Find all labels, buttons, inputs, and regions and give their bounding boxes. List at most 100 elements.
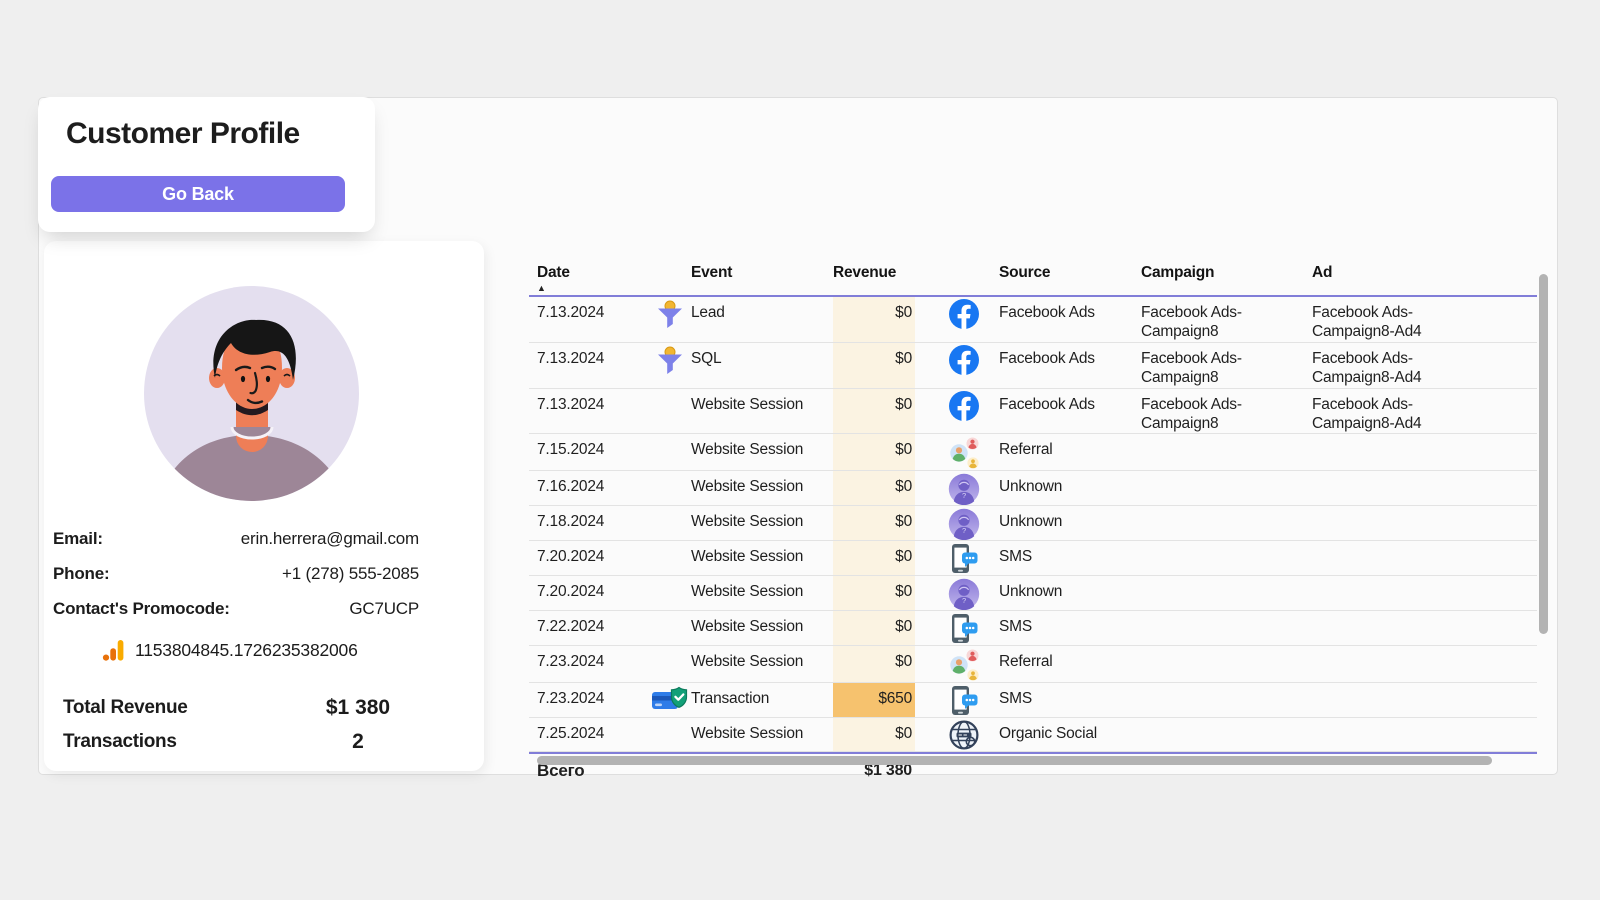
cell-event: Website Session: [691, 576, 833, 602]
column-header-date[interactable]: Date ▲: [529, 256, 649, 293]
email-row: Email: erin.herrera@gmail.com: [53, 529, 419, 564]
cell-source: Facebook Ads: [987, 343, 1127, 369]
cell-source: Organic Social: [987, 718, 1127, 744]
phone-row: Phone: +1 (278) 555-2085: [53, 564, 419, 599]
go-back-button[interactable]: Go Back: [51, 176, 345, 212]
cell-source: SMS: [987, 541, 1127, 567]
event-icon-empty: [649, 434, 691, 437]
table-header: Date ▲ Event Revenue Source Campaign Ad: [529, 256, 1537, 297]
event-icon-empty: [649, 471, 691, 474]
cell-revenue: $0: [833, 646, 915, 682]
cell-ad: Facebook Ads-Campaign8-Ad4: [1312, 343, 1537, 388]
table-row[interactable]: 7.22.2024Website Session$0SMS: [529, 611, 1537, 646]
facebook-icon: [941, 297, 987, 329]
promocode-label: Contact's Promocode:: [53, 599, 230, 619]
cell-date: 7.13.2024: [529, 389, 649, 415]
cell-source: Unknown: [987, 506, 1127, 532]
cell-revenue: $0: [833, 611, 915, 645]
cell-spacer: [915, 471, 941, 478]
vertical-scrollbar[interactable]: [1539, 274, 1548, 634]
cell-source: SMS: [987, 611, 1127, 637]
unknown-icon: ?: [941, 506, 987, 540]
cell-campaign: [1127, 541, 1312, 548]
cell-campaign: [1127, 576, 1312, 583]
transactions-row: Transactions 2: [63, 725, 443, 759]
table-row[interactable]: 7.15.2024Website Session$0Referral: [529, 434, 1537, 471]
column-header-ad[interactable]: Ad: [1312, 256, 1537, 282]
cell-spacer: [915, 389, 941, 396]
transactions-value: 2: [273, 730, 443, 754]
column-header-source[interactable]: Source: [987, 256, 1127, 282]
email-label: Email:: [53, 529, 103, 549]
cell-event: Website Session: [691, 389, 833, 415]
table-row[interactable]: 7.13.2024SQL$0Facebook AdsFacebook Ads-C…: [529, 343, 1537, 389]
cell-revenue: $0: [833, 297, 915, 342]
table-row[interactable]: 7.13.2024Website Session$0Facebook AdsFa…: [529, 389, 1537, 435]
sms-icon: [941, 683, 987, 717]
cell-revenue: $0: [833, 434, 915, 470]
cell-date: 7.15.2024: [529, 434, 649, 460]
horizontal-scrollbar[interactable]: [537, 756, 1492, 765]
event-icon-empty: [649, 718, 691, 721]
svg-text:?: ?: [962, 491, 966, 500]
cell-date: 7.20.2024: [529, 576, 649, 602]
event-table-body: 7.13.2024Lead$0Facebook AdsFacebook Ads-…: [529, 297, 1537, 752]
cell-spacer: [915, 541, 941, 548]
cell-date: 7.23.2024: [529, 646, 649, 672]
promocode-value: GC7UCP: [349, 599, 419, 619]
cell-event: Website Session: [691, 541, 833, 567]
cell-ad: [1312, 471, 1537, 478]
unknown-icon: ?: [941, 576, 987, 610]
cell-source: Referral: [987, 646, 1127, 672]
event-icon-empty: [649, 506, 691, 509]
table-row[interactable]: 7.13.2024Lead$0Facebook AdsFacebook Ads-…: [529, 297, 1537, 343]
cell-event: Website Session: [691, 718, 833, 744]
table-row[interactable]: 7.20.2024 Website Session$0 SMS: [529, 541, 1537, 576]
ga-client-id: 1153804845.1726235382006: [135, 640, 358, 661]
table-row[interactable]: 7.18.2024Website Session$0?Unknown: [529, 506, 1537, 541]
cell-date: 7.13.2024: [529, 297, 649, 323]
cell-spacer: [915, 718, 941, 725]
totals-section: Total Revenue $1 380 Transactions 2: [63, 691, 443, 759]
cell-ad: Facebook Ads-Campaign8-Ad4: [1312, 389, 1537, 434]
cell-revenue: $0: [833, 541, 915, 575]
table-row[interactable]: 7.23.2024Website Session$0Referral: [529, 646, 1537, 683]
cell-revenue: $0: [833, 471, 915, 505]
events-table: Date ▲ Event Revenue Source Campaign Ad …: [529, 256, 1537, 782]
facebook-icon: [941, 389, 987, 421]
cell-campaign: [1127, 506, 1312, 513]
cell-date: 7.16.2024: [529, 471, 649, 497]
profile-card: Email: erin.herrera@gmail.com Phone: +1 …: [44, 241, 484, 771]
cell-campaign: [1127, 471, 1312, 478]
table-row[interactable]: 7.23.2024Transaction$650SMS: [529, 683, 1537, 718]
cell-spacer: [915, 506, 941, 513]
facebook-icon: [941, 343, 987, 375]
cell-campaign: [1127, 718, 1312, 725]
table-row[interactable]: 7.25.2024Website Session$0Organic Social: [529, 718, 1537, 752]
column-header-event[interactable]: Event: [691, 256, 833, 282]
google-analytics-icon: [102, 639, 124, 661]
transactions-label: Transactions: [63, 731, 273, 753]
cell-ad: [1312, 434, 1537, 441]
cell-ad: [1312, 646, 1537, 653]
svg-text:?: ?: [962, 596, 966, 605]
cell-event: Lead: [691, 297, 833, 323]
phone-value: +1 (278) 555-2085: [282, 564, 419, 584]
cell-date: 7.20.2024: [529, 541, 649, 567]
referral-icon: [941, 434, 987, 470]
unknown-icon: ?: [941, 471, 987, 505]
table-row[interactable]: 7.16.2024Website Session$0?Unknown: [529, 471, 1537, 506]
sms-icon: [941, 541, 987, 575]
transaction-icon: [649, 683, 691, 714]
column-header-campaign[interactable]: Campaign: [1127, 256, 1312, 282]
cell-source: Facebook Ads: [987, 297, 1127, 323]
cell-campaign: Facebook Ads-Campaign8: [1127, 389, 1312, 434]
cell-campaign: [1127, 434, 1312, 441]
column-header-revenue[interactable]: Revenue: [833, 256, 915, 282]
table-row[interactable]: 7.20.2024Website Session$0?Unknown: [529, 576, 1537, 611]
cell-revenue: $0: [833, 343, 915, 388]
contact-fields: Email: erin.herrera@gmail.com Phone: +1 …: [53, 529, 419, 634]
cell-ad: [1312, 506, 1537, 513]
ga-client-id-row: 1153804845.1726235382006: [102, 639, 358, 661]
cell-campaign: [1127, 646, 1312, 653]
